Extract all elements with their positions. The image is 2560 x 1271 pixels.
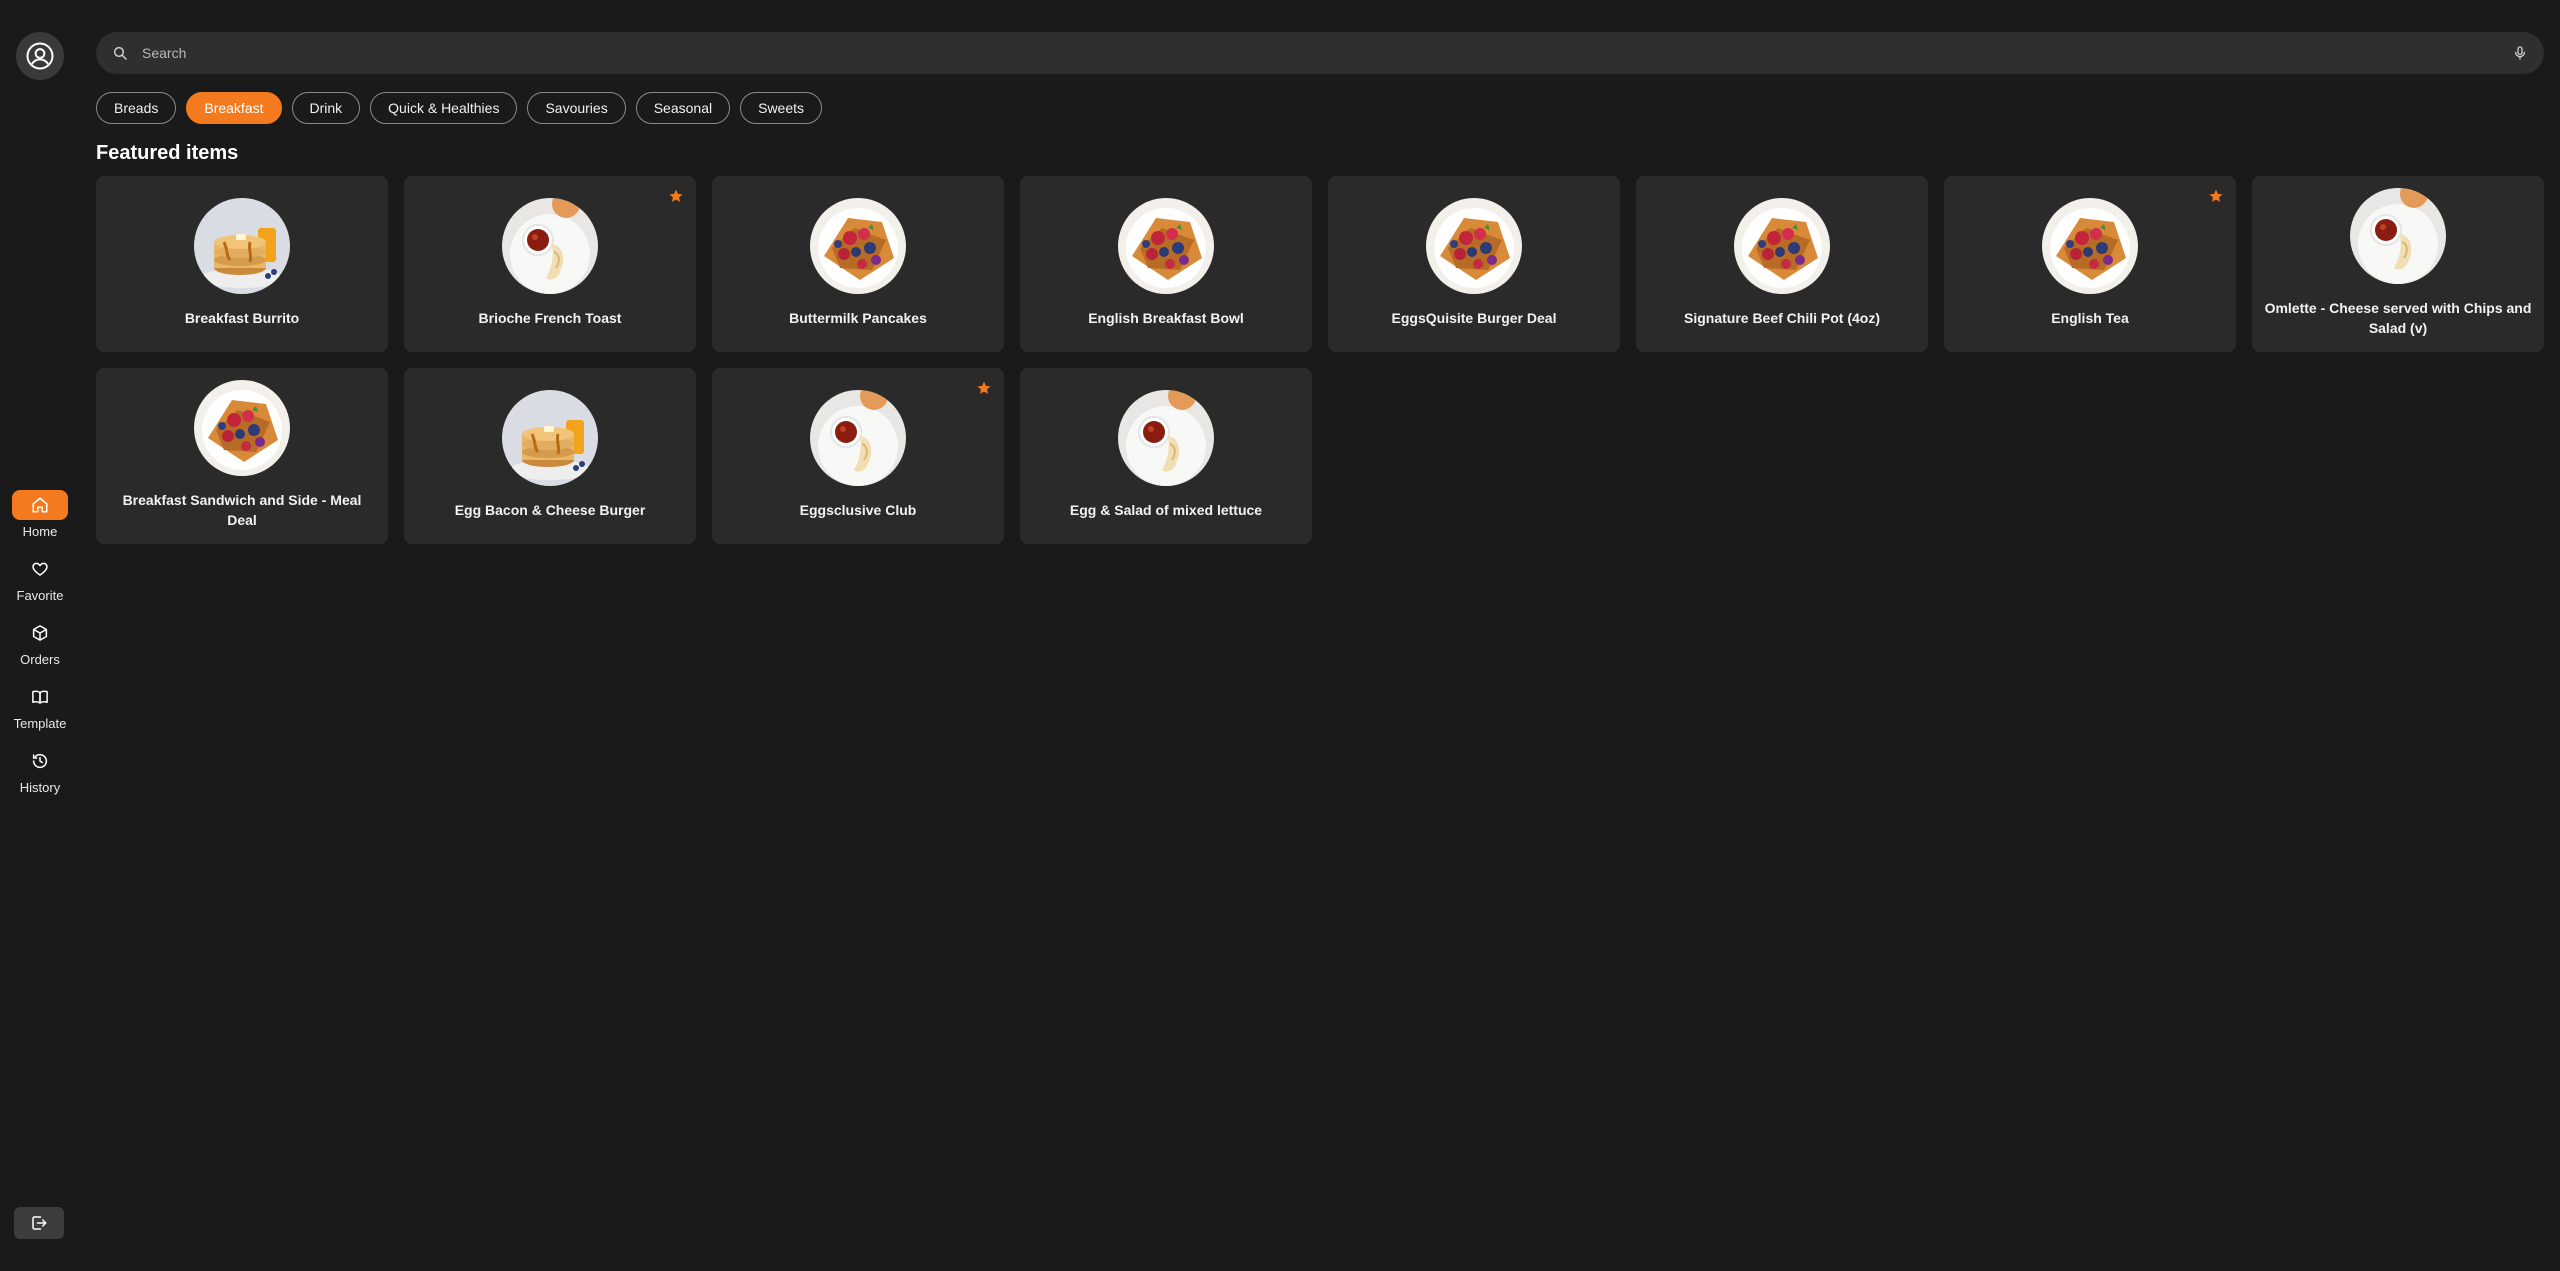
search-icon (112, 45, 128, 61)
item-title: Egg Bacon & Cheese Burger (454, 502, 646, 518)
item-card-breakfast-sandwich-and-side-meal-deal[interactable]: Breakfast Sandwich and Side - Meal Deal (96, 368, 388, 544)
nav-label-favorite: Favorite (16, 588, 64, 603)
category-chip-quick-healthies[interactable]: Quick & Healthies (370, 92, 518, 124)
item-card-signature-beef-chili-pot-4oz[interactable]: Signature Beef Chili Pot (4oz) (1636, 176, 1928, 352)
item-card-omlette-cheese-served-with-chips-and-salad-v[interactable]: Omlette - Cheese served with Chips and S… (2252, 176, 2544, 352)
item-image (810, 390, 906, 486)
item-image (502, 390, 598, 486)
item-card-english-tea[interactable]: English Tea (1944, 176, 2236, 352)
item-image (2042, 198, 2138, 294)
featured-items-grid: Breakfast Burrito Brioche French Toast B… (96, 176, 2544, 544)
nav-item-home[interactable]: Home (0, 490, 80, 554)
search-input[interactable] (128, 32, 2512, 74)
search-bar (96, 32, 2544, 74)
item-title: English Tea (2051, 310, 2129, 326)
nav-item-orders[interactable]: Orders (0, 618, 80, 682)
nav-item-favorite[interactable]: Favorite (0, 554, 80, 618)
star-icon[interactable] (668, 188, 684, 204)
item-image (194, 198, 290, 294)
item-title: Breakfast Sandwich and Side - Meal Deal (122, 492, 362, 528)
category-chips: Breads Breakfast Drink Quick & Healthies Sav… (96, 92, 823, 124)
item-title: English Breakfast Bowl (1088, 310, 1244, 326)
item-card-egg-salad-of-mixed-lettuce[interactable]: Egg & Salad of mixed lettuce (1020, 368, 1312, 544)
item-title: Eggsclusive Club (799, 502, 917, 518)
book-icon (32, 690, 48, 704)
star-icon[interactable] (976, 380, 992, 396)
box-icon (32, 625, 48, 641)
item-title: Egg & Salad of mixed lettuce (1069, 502, 1263, 518)
app-root: Home Favorite Orders Template History Se… (0, 0, 2560, 1271)
nav-label-template: Template (13, 716, 67, 731)
item-image (2350, 188, 2446, 284)
star-icon[interactable] (2208, 188, 2224, 204)
item-card-brioche-french-toast[interactable]: Brioche French Toast (404, 176, 696, 352)
item-title: Brioche French Toast (478, 310, 622, 326)
item-image (502, 198, 598, 294)
item-card-eggsclusive-club[interactable]: Eggsclusive Club (712, 368, 1004, 544)
item-image (1734, 198, 1830, 294)
nav-label-orders: Orders (20, 652, 60, 667)
item-image (1426, 198, 1522, 294)
nav-item-template[interactable]: Template (0, 682, 80, 746)
item-title: Signature Beef Chili Pot (4oz) (1683, 310, 1880, 326)
item-title: Omlette - Cheese served with Chips and S… (2264, 300, 2532, 336)
category-chip-savouries[interactable]: Savouries (527, 92, 626, 124)
item-card-buttermilk-pancakes[interactable]: Buttermilk Pancakes (712, 176, 1004, 352)
history-icon (32, 753, 48, 769)
microphone-icon[interactable] (2512, 45, 2528, 61)
sidebar-nav: Home Favorite Orders Template History (0, 490, 80, 810)
item-card-egg-bacon-cheese-burger[interactable]: Egg Bacon & Cheese Burger (404, 368, 696, 544)
nav-label-history: History (19, 780, 61, 795)
avatar[interactable] (16, 32, 64, 80)
item-image (810, 198, 906, 294)
item-card-eggsquisite-burger-deal[interactable]: EggsQuisite Burger Deal (1328, 176, 1620, 352)
item-card-breakfast-burrito[interactable]: Breakfast Burrito (96, 176, 388, 352)
item-image (1118, 390, 1214, 486)
section-title: Featured items (96, 142, 239, 164)
item-title: Breakfast Burrito (184, 310, 300, 326)
item-title: EggsQuisite Burger Deal (1391, 310, 1557, 326)
item-image (1118, 198, 1214, 294)
category-chip-sweets[interactable]: Sweets (740, 92, 823, 124)
category-chip-drink[interactable]: Drink (291, 92, 361, 124)
category-chip-seasonal[interactable]: Seasonal (635, 92, 731, 124)
category-chip-breakfast[interactable]: Breakfast (186, 92, 282, 124)
item-image (194, 380, 290, 476)
logout-button[interactable] (14, 1207, 64, 1239)
sidebar: Home Favorite Orders Template History (0, 0, 80, 1271)
nav-item-history[interactable]: History (0, 746, 80, 810)
logout-icon (32, 1216, 47, 1230)
heart-icon (32, 562, 48, 576)
user-icon (26, 42, 54, 70)
item-card-english-breakfast-bowl[interactable]: English Breakfast Bowl (1020, 176, 1312, 352)
category-chip-breads[interactable]: Breads (96, 92, 177, 124)
home-icon (32, 497, 48, 513)
item-title: Buttermilk Pancakes (789, 310, 927, 326)
nav-label-home: Home (22, 524, 58, 539)
